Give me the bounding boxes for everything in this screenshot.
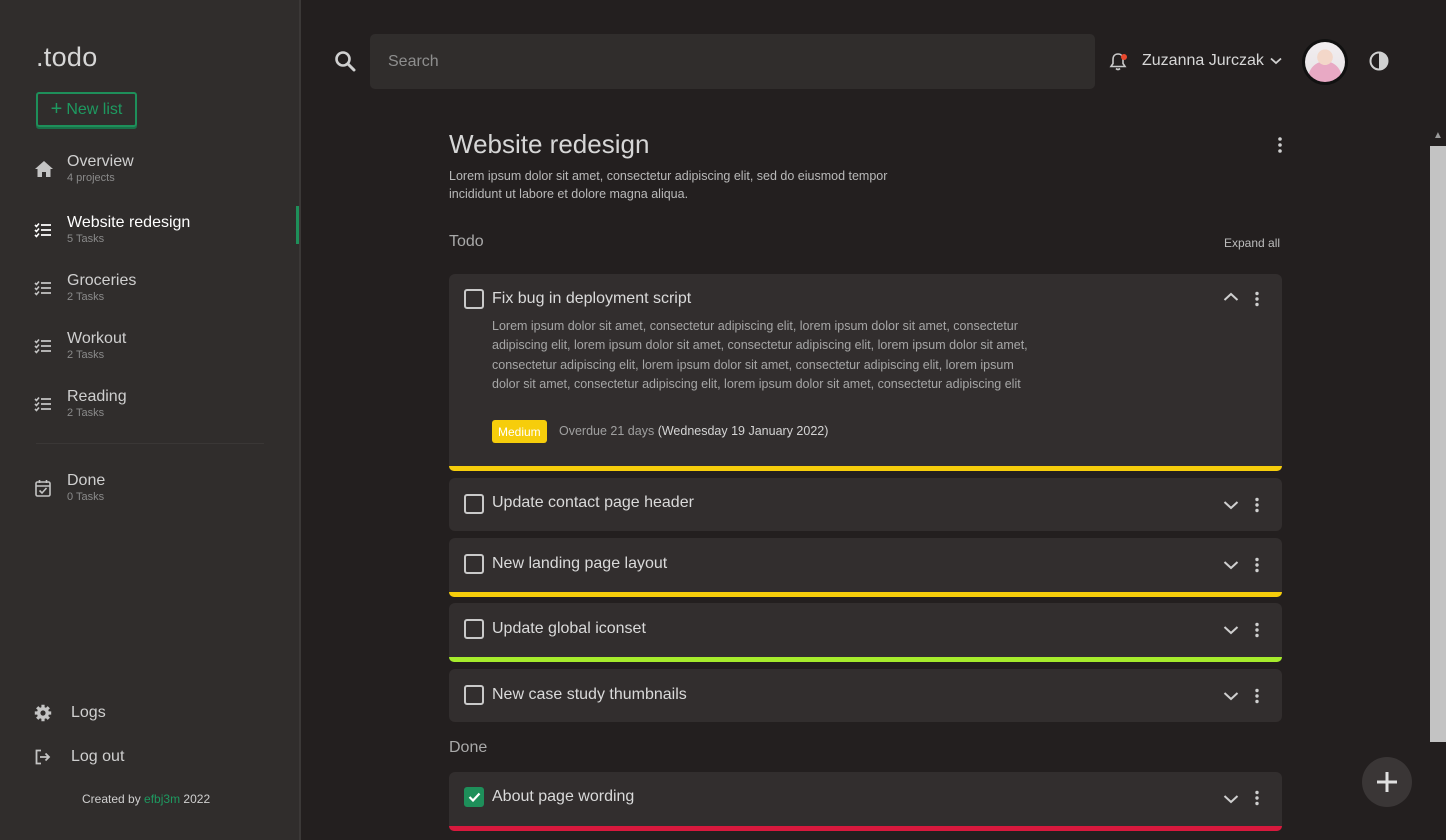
sidebar-divider <box>36 443 264 444</box>
task-more-icon[interactable] <box>1253 557 1261 573</box>
sidebar-item-count: 2 Tasks <box>67 407 105 419</box>
sidebar: .todo + New list Overview 4 projects Web… <box>0 0 301 840</box>
task-checkbox[interactable] <box>464 685 484 705</box>
task-title: New case study thumbnails <box>492 686 687 703</box>
task-checkbox[interactable] <box>464 289 484 309</box>
priority-bar <box>449 466 1282 471</box>
priority-badge: Medium <box>492 420 547 443</box>
checkmark-icon <box>468 792 480 802</box>
due-date: (Wednesday 19 January 2022) <box>657 424 829 438</box>
notification-dot <box>1121 54 1127 60</box>
logout-link[interactable]: Log out <box>34 745 124 769</box>
sidebar-item-label: Overview <box>67 153 134 170</box>
sidebar-item-count: 4 projects <box>67 172 115 184</box>
sidebar-item-label: Workout <box>67 330 127 347</box>
task-card[interactable]: Fix bug in deployment script Lorem ipsum… <box>449 274 1282 471</box>
task-card[interactable]: About page wording <box>449 772 1282 831</box>
app-logo: .todo <box>36 42 98 72</box>
sidebar-item-label: Groceries <box>67 272 137 289</box>
checklist-icon <box>34 280 54 296</box>
search-icon[interactable] <box>334 50 356 72</box>
task-due: Overdue 21 days (Wednesday 19 January 20… <box>559 424 828 438</box>
chevron-up-icon[interactable] <box>1223 292 1239 302</box>
done-heading: Done <box>449 739 488 756</box>
task-title: Fix bug in deployment script <box>492 290 692 307</box>
task-more-icon[interactable] <box>1253 497 1261 513</box>
chevron-down-icon[interactable] <box>1223 625 1239 635</box>
priority-bar <box>449 826 1282 831</box>
checklist-icon <box>34 222 54 238</box>
user-name: Zuzanna Jurczak <box>1142 52 1264 69</box>
new-list-button[interactable]: + New list <box>36 92 137 127</box>
plus-icon <box>1377 772 1397 792</box>
logout-label: Log out <box>71 748 125 765</box>
task-card[interactable]: Update global iconset <box>449 603 1282 662</box>
priority-bar <box>449 657 1282 662</box>
task-more-icon[interactable] <box>1253 622 1261 638</box>
expand-all-button[interactable]: Expand all <box>1224 236 1280 250</box>
task-more-icon[interactable] <box>1253 790 1261 806</box>
priority-bar <box>449 592 1282 597</box>
credit-text: Created by efbj3m 2022 <box>82 792 210 806</box>
task-title: Update contact page header <box>492 494 694 511</box>
sidebar-item-label: Website redesign <box>67 214 191 231</box>
logs-link[interactable]: Logs <box>34 701 106 725</box>
plus-icon: + <box>50 97 63 120</box>
task-checkbox[interactable] <box>464 494 484 514</box>
theme-toggle-icon[interactable] <box>1369 51 1389 71</box>
sidebar-item-overview[interactable]: Overview 4 projects <box>0 145 299 193</box>
logout-icon <box>34 749 52 765</box>
checklist-icon <box>34 396 54 412</box>
task-more-icon[interactable] <box>1253 291 1261 307</box>
task-card[interactable]: New landing page layout <box>449 538 1282 597</box>
task-description: Lorem ipsum dolor sit amet, consectetur … <box>492 319 1028 391</box>
home-icon <box>34 160 54 178</box>
task-title: New landing page layout <box>492 555 668 572</box>
avatar[interactable] <box>1302 39 1348 85</box>
credit-prefix: Created by <box>82 792 141 806</box>
sidebar-item-count: 5 Tasks <box>67 233 105 245</box>
chevron-down-icon[interactable] <box>1223 691 1239 701</box>
logs-label: Logs <box>71 704 106 721</box>
sidebar-item-done[interactable]: Done 0 Tasks <box>0 464 299 512</box>
sidebar-item-workout[interactable]: Workout 2 Tasks <box>0 322 299 370</box>
credit-author-link[interactable]: efbj3m <box>144 792 180 806</box>
user-menu[interactable]: Zuzanna Jurczak <box>1142 52 1282 70</box>
sidebar-item-label: Done <box>67 472 106 489</box>
list-more-icon[interactable] <box>1273 136 1287 154</box>
sidebar-item-count: 0 Tasks <box>67 491 105 503</box>
due-status: Overdue 21 days <box>559 424 655 438</box>
sidebar-item-count: 2 Tasks <box>67 349 105 361</box>
chevron-down-icon[interactable] <box>1223 560 1239 570</box>
sidebar-item-groceries[interactable]: Groceries 2 Tasks <box>0 264 299 312</box>
credit-year: 2022 <box>183 792 211 806</box>
task-card[interactable]: New case study thumbnails <box>449 669 1282 722</box>
task-card[interactable]: Update contact page header <box>449 478 1282 531</box>
chevron-down-icon[interactable] <box>1223 794 1239 804</box>
sidebar-item-count: 2 Tasks <box>67 291 105 303</box>
scroll-up-arrow-icon[interactable]: ▲ <box>1433 130 1443 141</box>
task-checkbox[interactable] <box>464 554 484 574</box>
page-title: Website redesign <box>449 129 650 159</box>
search-input[interactable] <box>370 34 1095 89</box>
avatar-image <box>1305 42 1345 82</box>
gear-icon <box>34 704 52 722</box>
sidebar-item-reading[interactable]: Reading 2 Tasks <box>0 380 299 428</box>
checklist-icon <box>34 338 54 354</box>
task-title: Update global iconset <box>492 620 646 637</box>
sidebar-item-website-redesign[interactable]: Website redesign 5 Tasks <box>0 206 299 254</box>
calendar-check-icon <box>35 479 55 497</box>
page-description: Lorem ipsum dolor sit amet, consectetur … <box>449 169 888 201</box>
sidebar-item-label: Reading <box>67 388 127 405</box>
add-task-button[interactable] <box>1362 757 1412 807</box>
scrollbar-thumb[interactable] <box>1430 146 1446 742</box>
task-more-icon[interactable] <box>1253 688 1261 704</box>
new-list-label: New list <box>66 100 123 118</box>
chevron-down-icon <box>1270 57 1282 65</box>
todo-heading: Todo <box>449 233 484 250</box>
task-checkbox[interactable] <box>464 787 484 807</box>
chevron-down-icon[interactable] <box>1223 500 1239 510</box>
task-title: About page wording <box>492 788 635 805</box>
task-checkbox[interactable] <box>464 619 484 639</box>
